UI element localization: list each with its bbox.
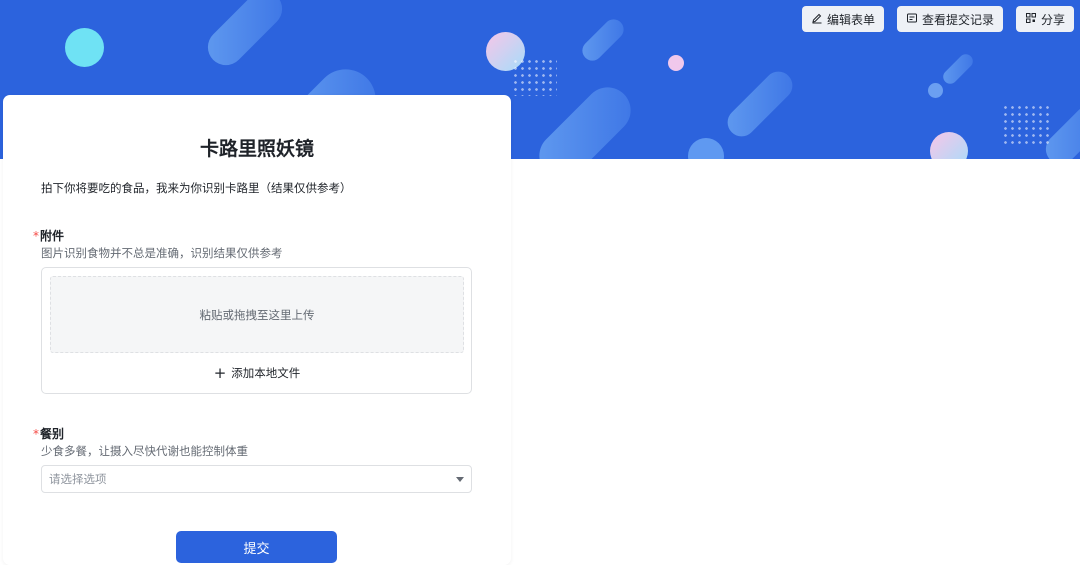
add-local-file-button[interactable]: + 添加本地文件 <box>0 365 514 381</box>
decorative-pill <box>200 0 290 73</box>
decorative-circle <box>928 83 943 98</box>
plus-icon: + <box>213 363 227 382</box>
caret-down-icon <box>456 476 464 482</box>
header-actions: 编辑表单 查看提交记录 分享 <box>801 6 1074 32</box>
edit-form-button[interactable]: 编辑表单 <box>801 6 884 32</box>
decorative-circle <box>930 132 968 159</box>
decorative-dots <box>512 58 557 96</box>
drop-zone-text: 粘贴或拖拽至这里上传 <box>199 307 315 322</box>
form-description: 拍下你将要吃的食品，我来为你识别卡路里（结果仅供参考） <box>41 181 352 195</box>
submit-label: 提交 <box>243 542 270 557</box>
attachment-label-text: 附件 <box>40 229 65 243</box>
decorative-circle <box>65 28 104 67</box>
decorative-pill <box>721 65 799 143</box>
decorative-circle <box>688 138 724 159</box>
form-title: 卡路里照妖镜 <box>199 138 314 160</box>
view-submissions-label: 查看提交记录 <box>921 12 994 27</box>
view-submissions-button[interactable]: 查看提交记录 <box>896 6 1003 32</box>
meal-select[interactable]: 请选择选项 <box>41 465 472 493</box>
drop-zone[interactable]: 粘贴或拖拽至这里上传 <box>50 276 464 353</box>
edit-form-label: 编辑表单 <box>826 12 875 27</box>
qr-share-icon <box>1025 12 1037 27</box>
decorative-dots <box>1002 104 1050 144</box>
attachment-field-label: *附件 <box>33 227 64 244</box>
share-button[interactable]: 分享 <box>1015 6 1074 32</box>
decorative-pill <box>940 51 976 87</box>
records-icon <box>906 12 918 27</box>
submit-button[interactable]: 提交 <box>176 531 337 563</box>
attachment-hint: 图片识别食物并不总是准确，识别结果仅供参考 <box>41 246 283 260</box>
required-mark: * <box>33 229 39 243</box>
meal-label-text: 餐别 <box>40 427 65 441</box>
decorative-pill <box>578 15 628 65</box>
meal-hint: 少食多餐，让摄入尽快代谢也能控制体重 <box>41 444 248 458</box>
required-mark: * <box>33 427 39 441</box>
edit-icon <box>811 12 823 27</box>
add-local-file-label: 添加本地文件 <box>231 366 301 380</box>
meal-field-label: *餐别 <box>33 425 64 442</box>
share-label: 分享 <box>1040 12 1065 27</box>
meal-select-placeholder: 请选择选项 <box>49 472 107 486</box>
decorative-circle <box>668 55 684 71</box>
